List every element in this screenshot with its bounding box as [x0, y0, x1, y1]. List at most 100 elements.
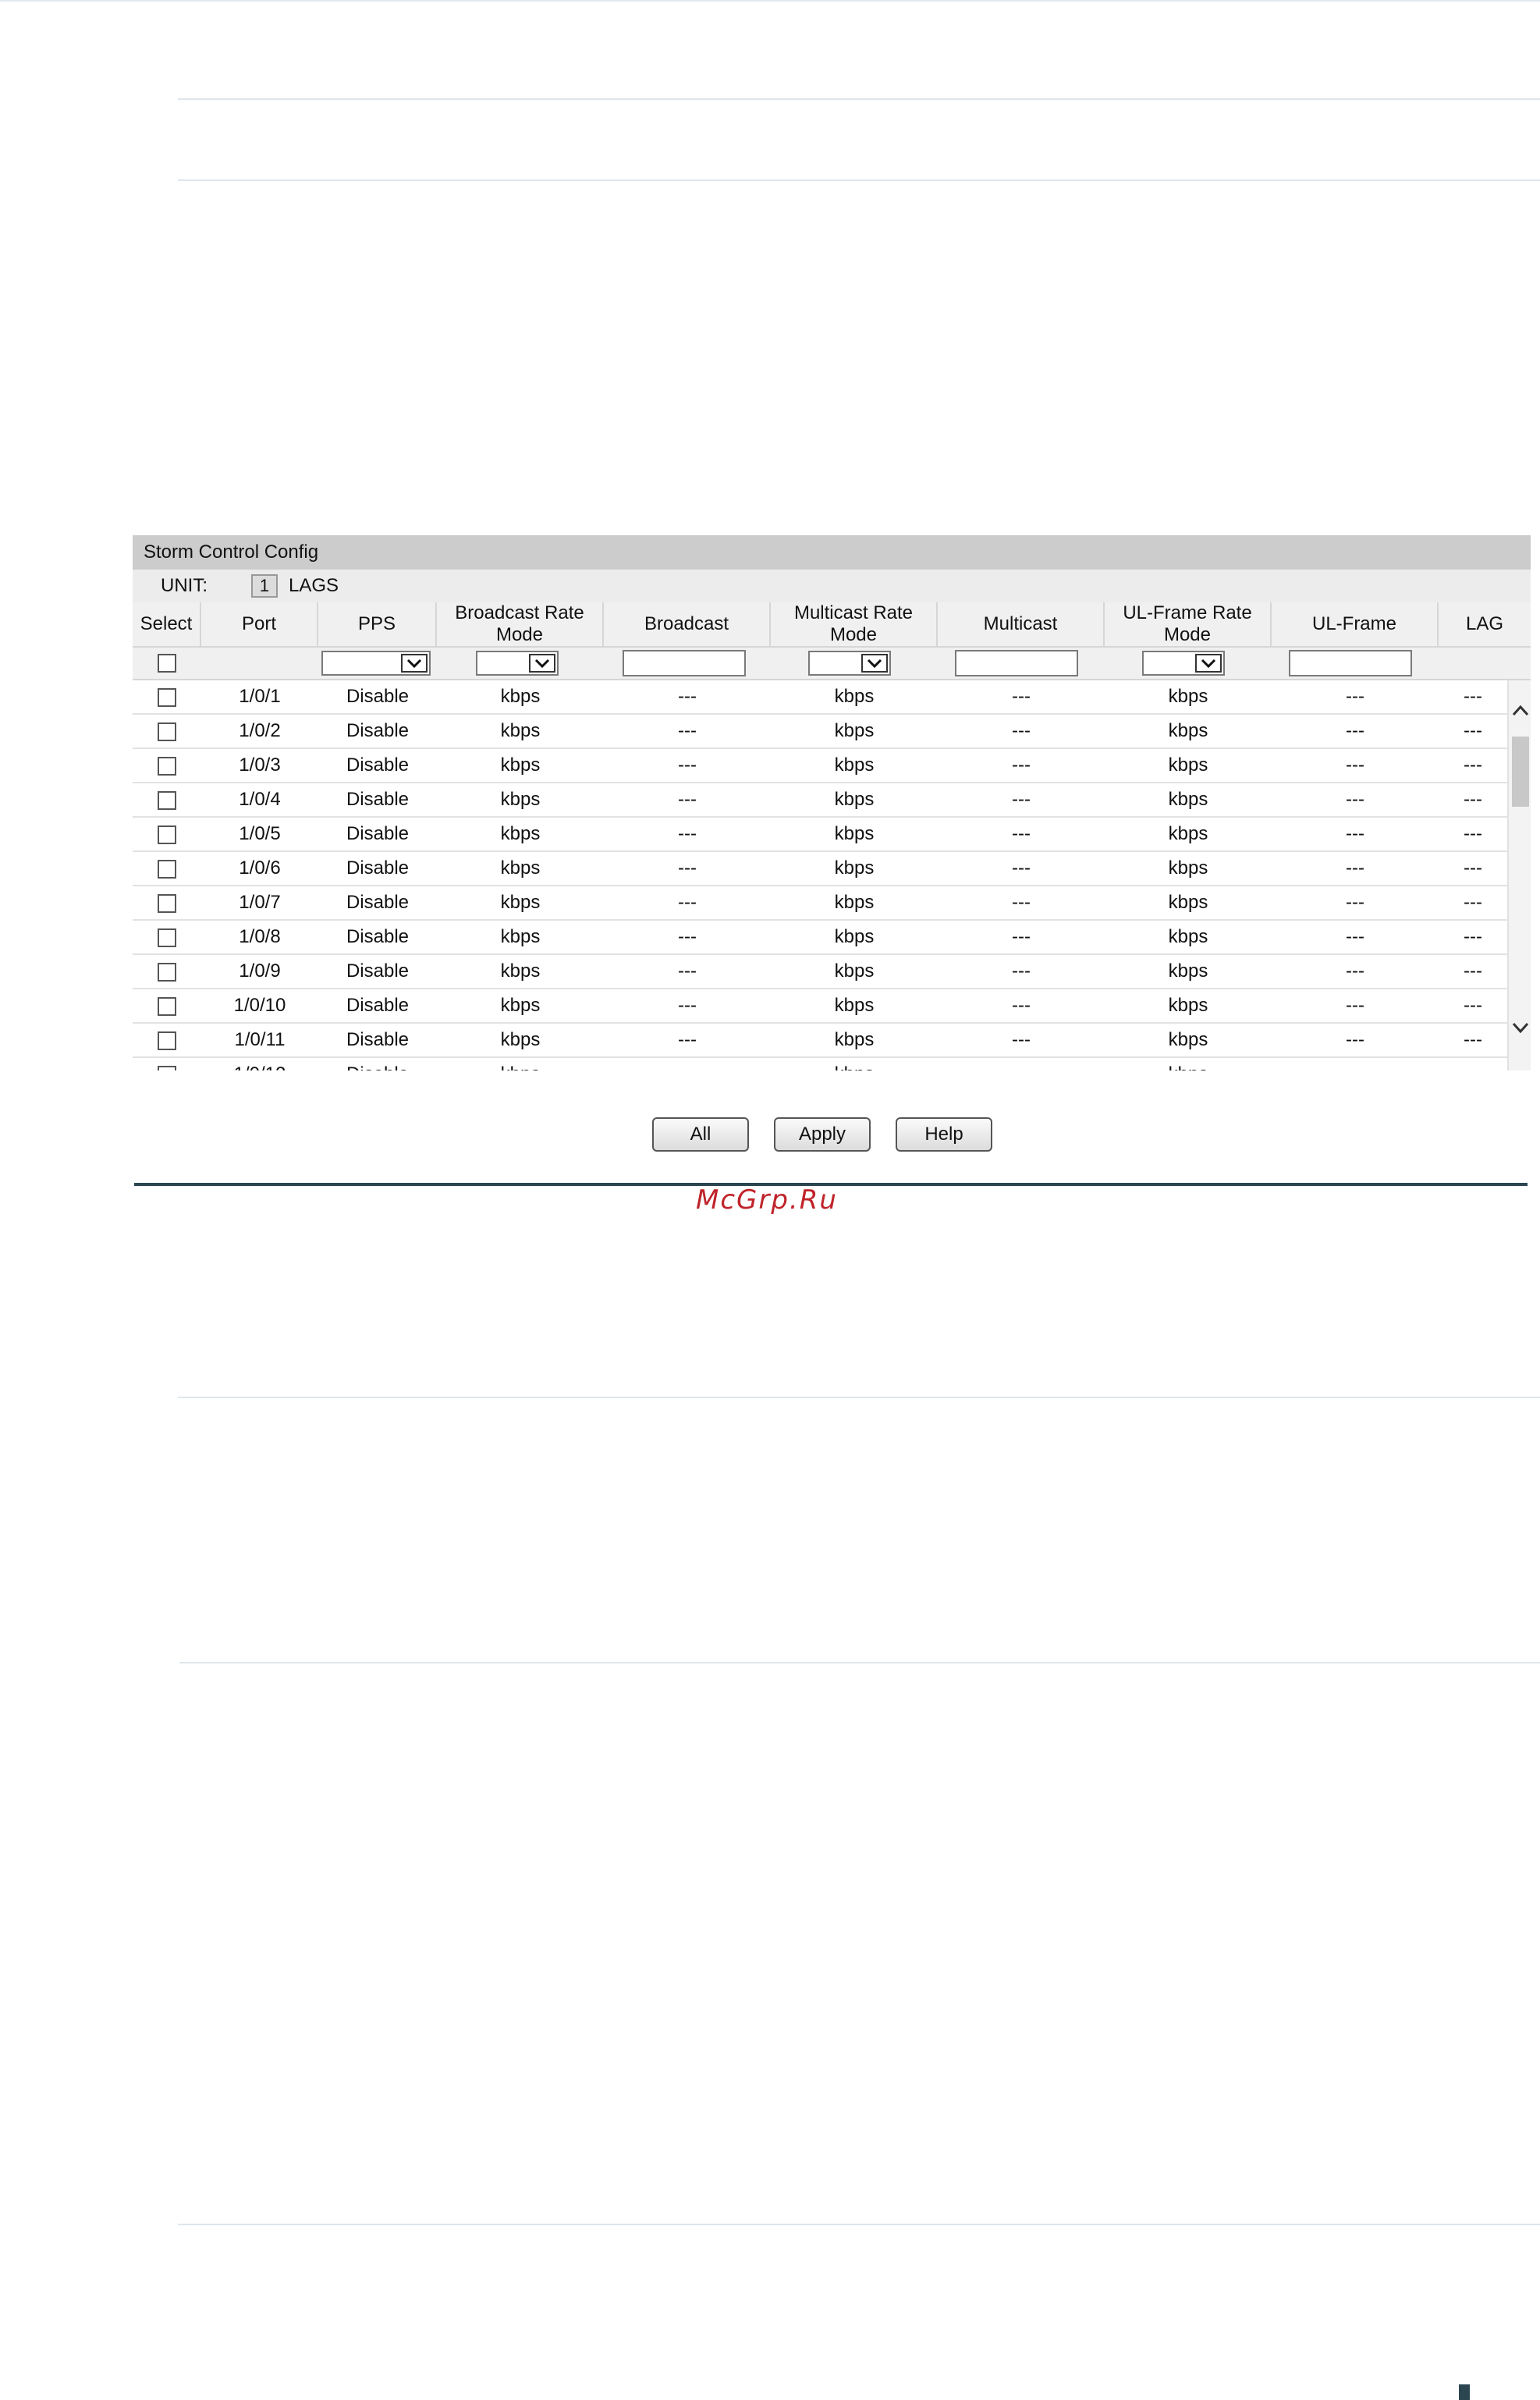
- row-select-checkbox[interactable]: [158, 1066, 176, 1070]
- column-header-multicast: Multicast: [938, 602, 1105, 646]
- lag-cell: ---: [1464, 995, 1482, 1016]
- multicast-cell: ---: [1012, 686, 1031, 707]
- multicast-cell: ---: [1012, 789, 1031, 810]
- multicast-mode-cell: kbps: [834, 754, 875, 776]
- pps-cell: Disable: [346, 857, 410, 879]
- multicast-mode-cell: kbps: [834, 960, 875, 982]
- chevron-up-icon[interactable]: [1510, 701, 1531, 721]
- lag-cell: ---: [1464, 789, 1482, 810]
- column-header-pps: PPS: [318, 602, 437, 646]
- table-scrollbar[interactable]: [1507, 680, 1531, 1070]
- multicast-rate-mode-select[interactable]: [808, 651, 891, 676]
- ulframe-cell: ---: [1346, 995, 1364, 1016]
- table-row: 1/0/9 Disable kbps --- kbps --- kbps ---…: [133, 955, 1507, 989]
- multicast-cell: ---: [1012, 995, 1031, 1016]
- lags-link[interactable]: LAGS: [289, 570, 339, 602]
- lag-cell: ---: [1464, 926, 1482, 947]
- pps-cell: Disable: [318, 1058, 437, 1070]
- table-row: 1/0/4 Disable kbps --- kbps --- kbps ---…: [133, 783, 1507, 818]
- batch-edit-row: [133, 646, 1531, 680]
- port-cell: 1/0/12: [201, 1058, 318, 1070]
- unit-selector-row: UNIT: 1 LAGS: [133, 570, 1531, 602]
- ulframe-cell: ---: [1346, 960, 1364, 982]
- chevron-down-icon[interactable]: [1510, 1017, 1531, 1038]
- ulframe-input[interactable]: [1289, 650, 1412, 676]
- broadcast-mode-cell: kbps: [500, 754, 541, 776]
- pps-cell: Disable: [346, 926, 410, 947]
- select-all-checkbox[interactable]: [158, 654, 176, 673]
- multicast-mode-cell: kbps: [834, 686, 875, 707]
- broadcast-cell: ---: [678, 995, 697, 1016]
- pps-cell: Disable: [346, 823, 410, 844]
- row-select-checkbox[interactable]: [158, 928, 176, 947]
- port-cell: 1/0/9: [239, 960, 281, 982]
- port-cell: 1/0/3: [239, 754, 281, 776]
- ulframe-cell: ---: [1346, 1029, 1364, 1050]
- broadcast-cell: ---: [678, 1029, 697, 1050]
- column-header-multicast-rate-mode: Multicast Rate Mode: [771, 602, 938, 646]
- ulframe-cell: ---: [1346, 789, 1364, 810]
- ulframe-mode-cell: kbps: [1168, 926, 1208, 947]
- multicast-cell: ---: [1012, 754, 1031, 776]
- apply-button[interactable]: Apply: [774, 1117, 871, 1152]
- lag-cell: ---: [1464, 686, 1482, 707]
- broadcast-rate-mode-select[interactable]: [476, 651, 559, 676]
- port-cell: 1/0/5: [239, 823, 281, 844]
- column-header-port: Port: [201, 602, 318, 646]
- ulframe-mode-cell: kbps: [1168, 857, 1208, 879]
- pps-select[interactable]: [321, 651, 431, 676]
- broadcast-cell: ---: [678, 960, 697, 982]
- ulframe-mode-cell: kbps: [1168, 1029, 1208, 1050]
- chevron-down-icon: [529, 654, 555, 673]
- table-row: 1/0/10 Disable kbps --- kbps --- kbps --…: [133, 989, 1507, 1024]
- row-select-checkbox[interactable]: [158, 825, 176, 844]
- broadcast-cell: ---: [678, 926, 697, 947]
- broadcast-mode-cell: kbps: [500, 857, 541, 879]
- port-cell: 1/0/1: [239, 686, 281, 707]
- broadcast-mode-cell: kbps: [437, 1058, 604, 1070]
- broadcast-mode-cell: kbps: [500, 720, 541, 741]
- pps-cell: Disable: [346, 686, 410, 707]
- multicast-mode-cell: kbps: [834, 995, 875, 1016]
- multicast-cell: ---: [1012, 1029, 1031, 1050]
- pps-cell: Disable: [346, 720, 410, 741]
- ulframe-mode-cell: kbps: [1168, 892, 1208, 913]
- multicast-mode-cell: kbps: [834, 1029, 875, 1050]
- broadcast-cell: ---: [678, 686, 697, 707]
- page-divider: [178, 98, 1540, 100]
- multicast-mode-cell: kbps: [771, 1058, 938, 1070]
- unit-1-button[interactable]: 1: [251, 574, 278, 598]
- broadcast-mode-cell: kbps: [500, 960, 541, 982]
- broadcast-mode-cell: kbps: [500, 1029, 541, 1050]
- pps-cell: Disable: [346, 1029, 410, 1050]
- row-select-checkbox[interactable]: [158, 894, 176, 913]
- ulframe-rate-mode-select[interactable]: [1142, 651, 1225, 676]
- broadcast-input[interactable]: [623, 650, 746, 676]
- row-select-checkbox[interactable]: [158, 757, 176, 776]
- port-table-body: 1/0/1 Disable kbps --- kbps --- kbps ---…: [133, 680, 1531, 1070]
- ulframe-cell: ---: [1346, 926, 1364, 947]
- broadcast-cell: ---: [604, 1058, 771, 1070]
- ulframe-cell: ---: [1346, 892, 1364, 913]
- ulframe-mode-cell: kbps: [1168, 995, 1208, 1016]
- table-row: 1/0/7 Disable kbps --- kbps --- kbps ---…: [133, 886, 1507, 921]
- ulframe-mode-cell: kbps: [1168, 686, 1208, 707]
- table-row: 1/0/12 Disable kbps --- kbps --- kbps --…: [133, 1058, 1507, 1070]
- ulframe-mode-cell: kbps: [1168, 960, 1208, 982]
- multicast-input[interactable]: [955, 650, 1078, 676]
- row-select-checkbox[interactable]: [158, 1031, 176, 1050]
- all-button[interactable]: All: [652, 1117, 749, 1152]
- panel-title: Storm Control Config: [133, 535, 1531, 570]
- row-select-checkbox[interactable]: [158, 860, 176, 879]
- multicast-cell: ---: [1012, 892, 1031, 913]
- help-button[interactable]: Help: [896, 1117, 992, 1152]
- row-select-checkbox[interactable]: [158, 997, 176, 1016]
- broadcast-cell: ---: [678, 720, 697, 741]
- ulframe-mode-cell: kbps: [1168, 754, 1208, 776]
- broadcast-mode-cell: kbps: [500, 686, 541, 707]
- row-select-checkbox[interactable]: [158, 791, 176, 810]
- row-select-checkbox[interactable]: [158, 722, 176, 741]
- scrollbar-thumb[interactable]: [1512, 737, 1529, 807]
- row-select-checkbox[interactable]: [158, 963, 176, 982]
- row-select-checkbox[interactable]: [158, 688, 176, 707]
